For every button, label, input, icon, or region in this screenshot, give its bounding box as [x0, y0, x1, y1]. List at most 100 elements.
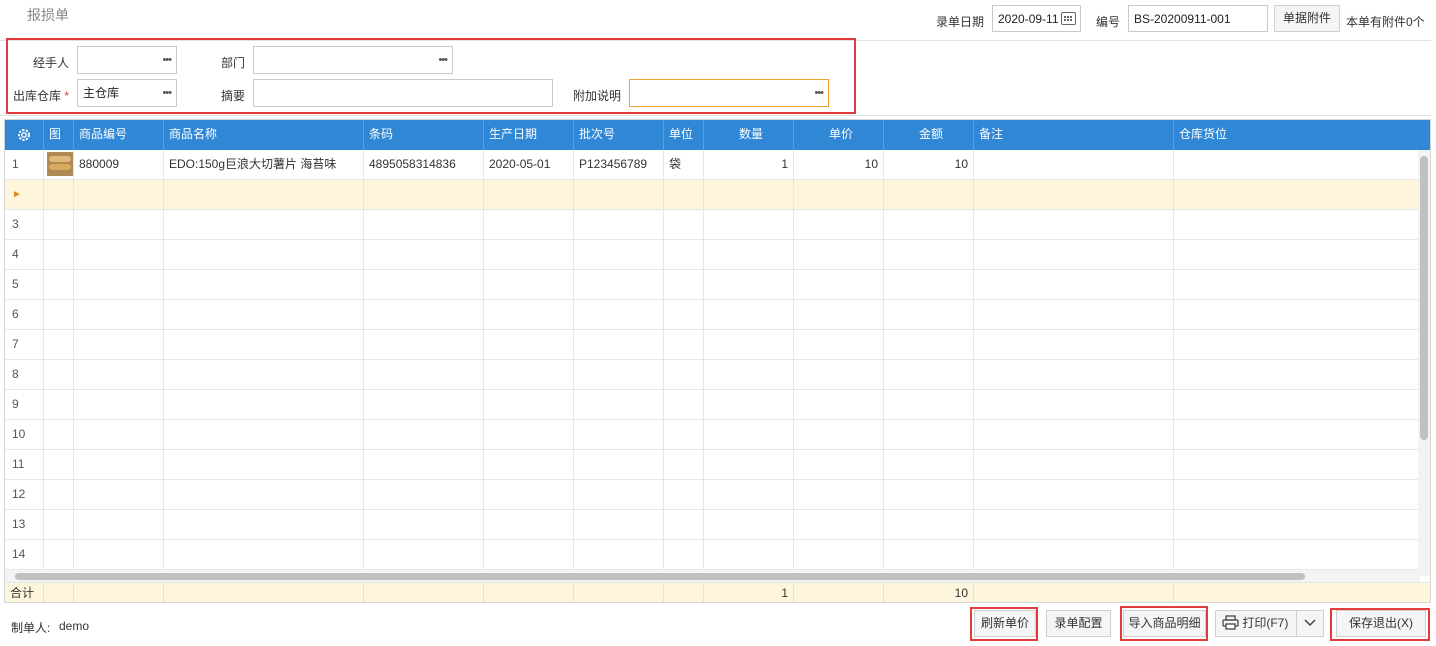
grid-cell[interactable] — [364, 510, 484, 539]
grid-cell[interactable] — [794, 480, 884, 509]
grid-cell[interactable] — [664, 480, 704, 509]
grid-cell[interactable] — [1174, 240, 1420, 269]
grid-cell[interactable] — [164, 540, 364, 569]
print-button[interactable]: 打印(F7) — [1215, 610, 1297, 637]
grid-cell[interactable] — [74, 210, 164, 239]
grid-cell[interactable] — [574, 450, 664, 479]
cell-remark[interactable] — [974, 150, 1174, 179]
grid-cell[interactable] — [974, 210, 1174, 239]
col-image[interactable]: 图 — [44, 120, 74, 150]
grid-cell[interactable] — [974, 420, 1174, 449]
calendar-icon[interactable] — [1061, 12, 1076, 25]
grid-cell[interactable] — [704, 540, 794, 569]
grid-cell[interactable] — [974, 270, 1174, 299]
grid-cell[interactable] — [884, 300, 974, 329]
table-row[interactable]: 14 — [5, 540, 1420, 570]
grid-cell[interactable] — [884, 420, 974, 449]
cell-barcode[interactable]: 4895058314836 — [364, 150, 484, 179]
grid-cell[interactable] — [164, 330, 364, 359]
grid-cell[interactable] — [664, 240, 704, 269]
attachment-button[interactable]: 单据附件 — [1274, 5, 1340, 32]
grid-cell[interactable] — [74, 450, 164, 479]
grid-cell[interactable] — [574, 390, 664, 419]
grid-cell[interactable] — [1174, 420, 1420, 449]
grid-cell[interactable] — [664, 300, 704, 329]
col-remark[interactable]: 备注 — [974, 120, 1174, 150]
grid-cell[interactable] — [664, 360, 704, 389]
table-row[interactable]: 11 — [5, 450, 1420, 480]
grid-cell[interactable] — [574, 420, 664, 449]
grid-cell[interactable] — [704, 180, 794, 209]
grid-cell[interactable] — [484, 360, 574, 389]
grid-cell[interactable] — [484, 390, 574, 419]
grid-cell[interactable] — [704, 450, 794, 479]
grid-cell[interactable] — [44, 240, 74, 269]
cell-code[interactable]: 880009 — [74, 150, 164, 179]
grid-cell[interactable] — [574, 480, 664, 509]
grid-cell[interactable] — [74, 330, 164, 359]
grid-cell[interactable] — [704, 360, 794, 389]
grid-cell[interactable] — [44, 270, 74, 299]
grid-cell[interactable] — [364, 480, 484, 509]
col-amount[interactable]: 金额 — [884, 120, 974, 150]
entry-config-button[interactable]: 录单配置 — [1046, 610, 1111, 637]
save-exit-button[interactable]: 保存退出(X) — [1336, 610, 1426, 637]
col-price[interactable]: 单价 — [794, 120, 884, 150]
print-dropdown-button[interactable] — [1296, 610, 1324, 637]
more-icon[interactable]: ••• — [814, 80, 824, 106]
note-field[interactable]: ••• — [629, 79, 829, 107]
grid-cell[interactable] — [164, 180, 364, 209]
cell-unit[interactable]: 袋 — [664, 150, 704, 179]
col-name[interactable]: 商品名称 — [164, 120, 364, 150]
date-field[interactable]: 2020-09-11 — [992, 5, 1081, 32]
col-location[interactable]: 仓库货位 — [1174, 120, 1430, 150]
grid-cell[interactable] — [74, 270, 164, 299]
grid-cell[interactable] — [974, 180, 1174, 209]
product-thumbnail[interactable] — [44, 150, 74, 179]
grid-cell[interactable] — [884, 480, 974, 509]
grid-cell[interactable] — [664, 330, 704, 359]
col-batch[interactable]: 批次号 — [574, 120, 664, 150]
grid-cell[interactable] — [74, 180, 164, 209]
grid-cell[interactable] — [884, 210, 974, 239]
grid-cell[interactable] — [1174, 390, 1420, 419]
grid-cell[interactable] — [484, 300, 574, 329]
grid-cell[interactable] — [44, 540, 74, 569]
grid-cell[interactable] — [794, 180, 884, 209]
grid-cell[interactable] — [704, 330, 794, 359]
grid-cell[interactable] — [74, 540, 164, 569]
grid-cell[interactable] — [44, 510, 74, 539]
grid-cell[interactable] — [574, 330, 664, 359]
grid-cell[interactable] — [704, 420, 794, 449]
grid-cell[interactable] — [574, 300, 664, 329]
table-row[interactable]: 7 — [5, 330, 1420, 360]
cell-batch[interactable]: P123456789 — [574, 150, 664, 179]
grid-cell[interactable] — [574, 540, 664, 569]
horizontal-scrollbar[interactable] — [5, 570, 1420, 582]
grid-cell[interactable] — [164, 390, 364, 419]
grid-cell[interactable] — [704, 210, 794, 239]
grid-cell[interactable] — [164, 420, 364, 449]
import-detail-button[interactable]: 导入商品明细 — [1123, 610, 1206, 637]
grid-cell[interactable] — [664, 540, 704, 569]
grid-cell[interactable] — [164, 480, 364, 509]
number-field[interactable]: BS-20200911-001 — [1128, 5, 1268, 32]
grid-cell[interactable] — [74, 360, 164, 389]
grid-cell[interactable] — [44, 480, 74, 509]
grid-cell[interactable] — [884, 270, 974, 299]
table-row[interactable]: 12 — [5, 480, 1420, 510]
grid-cell[interactable] — [664, 450, 704, 479]
grid-cell[interactable] — [484, 510, 574, 539]
warehouse-field[interactable]: 主仓库 ••• — [77, 79, 177, 107]
table-row[interactable]: 9 — [5, 390, 1420, 420]
grid-cell[interactable] — [364, 270, 484, 299]
grid-cell[interactable] — [664, 270, 704, 299]
grid-cell[interactable] — [44, 210, 74, 239]
grid-cell[interactable] — [574, 210, 664, 239]
grid-cell[interactable] — [484, 420, 574, 449]
grid-cell[interactable] — [574, 180, 664, 209]
grid-cell[interactable] — [44, 390, 74, 419]
vertical-scrollbar[interactable] — [1418, 150, 1430, 576]
grid-cell[interactable] — [794, 360, 884, 389]
grid-cell[interactable] — [1174, 270, 1420, 299]
